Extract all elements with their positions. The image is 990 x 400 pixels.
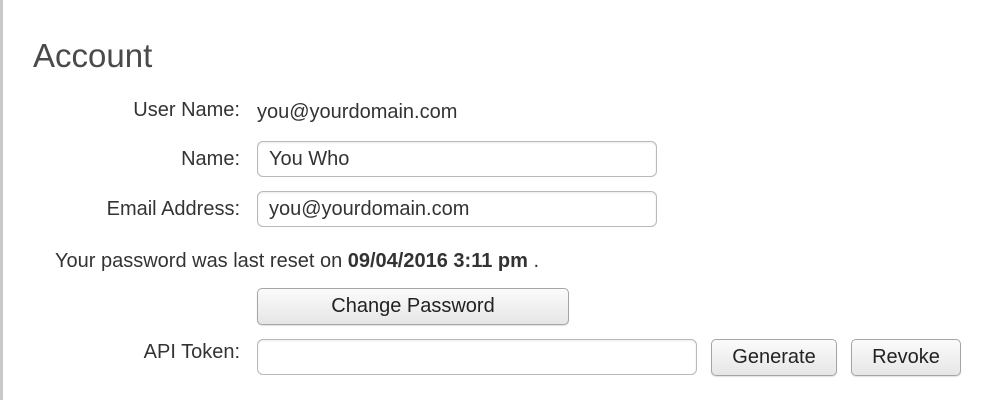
user-name-label: User Name: bbox=[133, 99, 240, 121]
page-title: Account bbox=[33, 37, 153, 74]
api-token-field[interactable] bbox=[257, 339, 697, 375]
revoke-button[interactable]: Revoke bbox=[851, 339, 961, 376]
account-page: Account User Name: you@yourdomain.com Na… bbox=[0, 0, 990, 400]
user-name-value: you@yourdomain.com bbox=[257, 101, 458, 123]
name-field[interactable] bbox=[257, 141, 657, 177]
email-field[interactable] bbox=[257, 191, 657, 227]
password-note-suffix: . bbox=[533, 250, 540, 272]
generate-button[interactable]: Generate bbox=[711, 339, 837, 376]
name-label: Name: bbox=[181, 148, 240, 170]
email-label: Email Address: bbox=[106, 198, 240, 220]
password-reset-datetime: 09/04/2016 3:11 pm bbox=[347, 250, 528, 272]
change-password-button[interactable]: Change Password bbox=[257, 288, 569, 325]
password-reset-note: Your password was last reset on 09/04/20… bbox=[55, 249, 539, 273]
password-note-prefix: Your password was last reset on bbox=[55, 250, 343, 272]
api-token-label: API Token: bbox=[143, 341, 240, 363]
